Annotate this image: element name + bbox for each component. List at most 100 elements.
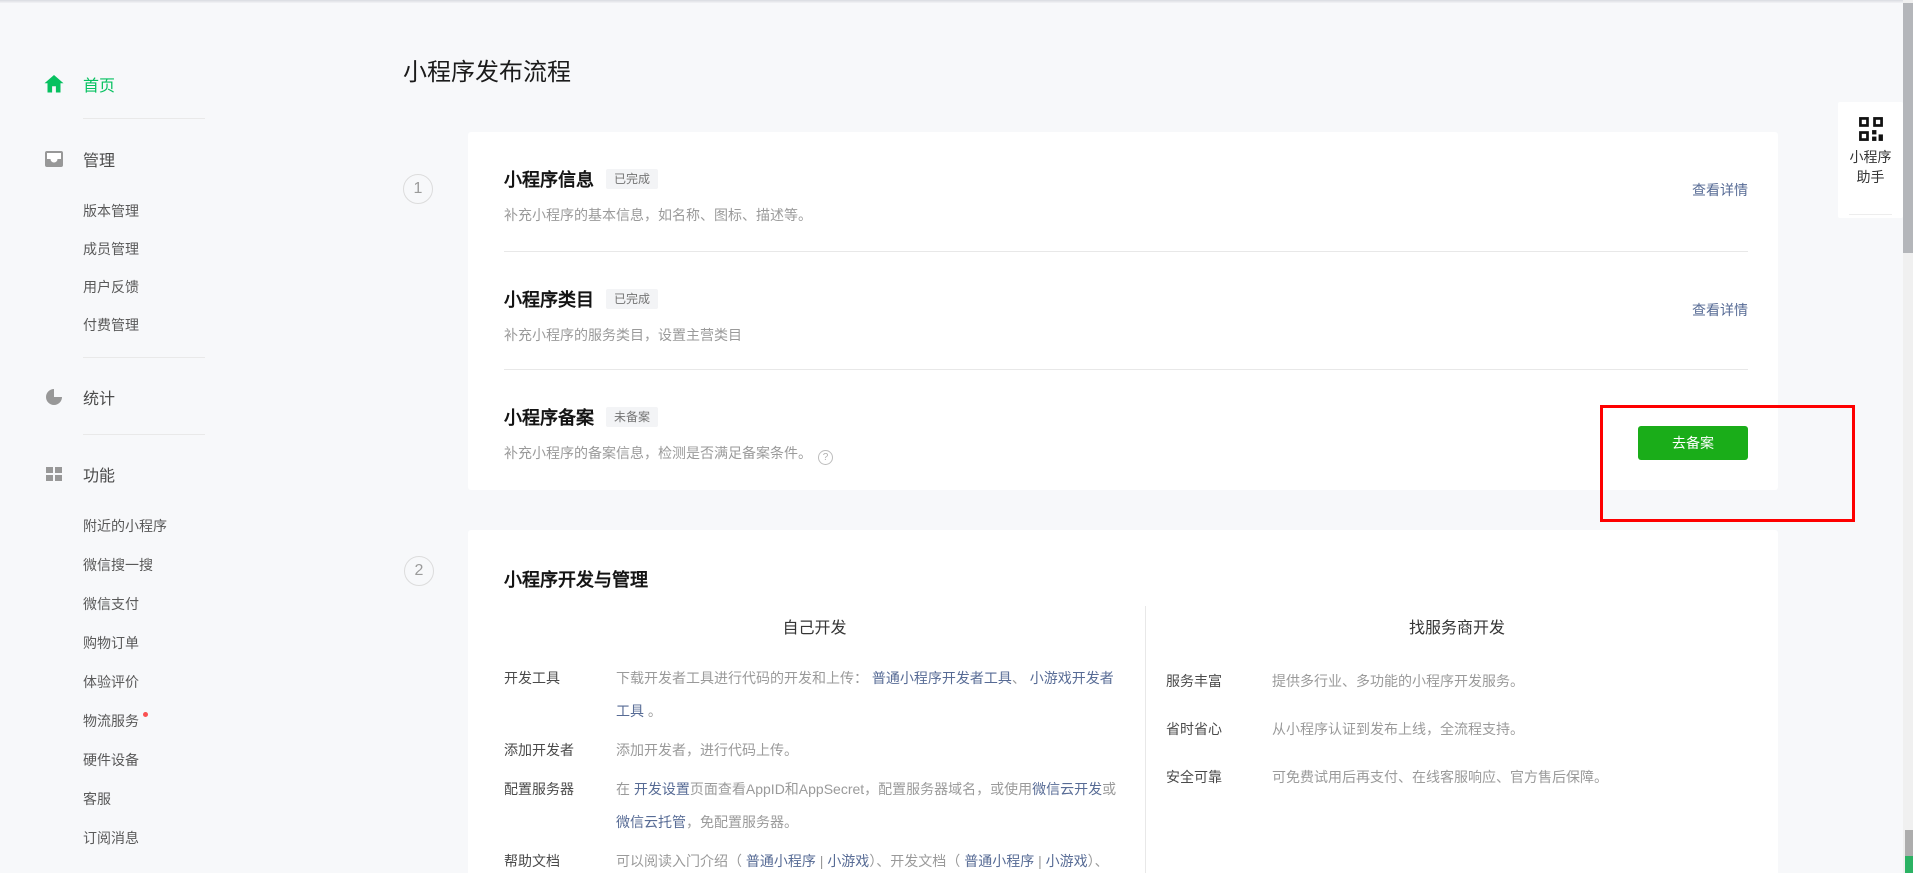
sidebar-item-manage[interactable]: 管理 bbox=[0, 147, 300, 171]
sidebar-item-version-manage[interactable]: 版本管理 bbox=[83, 204, 300, 219]
inline-link[interactable]: 微信云开发 bbox=[1032, 781, 1102, 797]
inline-link[interactable]: 微信云托管 bbox=[616, 814, 686, 830]
sidebar-divider bbox=[83, 118, 205, 119]
sidebar-item-hardware-device[interactable]: 硬件设备 bbox=[83, 753, 300, 768]
step-number-1: 1 bbox=[403, 174, 433, 204]
inline-text: 添加开发者，进行代码上传。 bbox=[616, 742, 798, 758]
sidebar-item-member-manage[interactable]: 成员管理 bbox=[83, 242, 300, 257]
provider-development-column: 找服务商开发 服务丰富 提供多行业、多功能的小程序开发服务。 省时省心 从小程序… bbox=[1145, 606, 1778, 873]
dev-row-tools: 开发工具 下载开发者工具进行代码的开发和上传： 普通小程序开发者工具、 小游戏开… bbox=[504, 662, 1125, 728]
status-badge: 已完成 bbox=[606, 169, 658, 189]
sidebar-item-label: 功能 bbox=[83, 462, 115, 486]
inline-text: ）、开发文档（ bbox=[869, 853, 964, 869]
floating-widget-fragment-green[interactable] bbox=[1905, 856, 1913, 873]
home-icon bbox=[42, 72, 66, 96]
sidebar-item-experience-review[interactable]: 体验评价 bbox=[83, 675, 300, 690]
provider-row-save-time: 省时省心 从小程序认证到发布上线，全流程支持。 bbox=[1166, 714, 1748, 744]
section-title: 小程序开发与管理 bbox=[504, 566, 648, 592]
scrollbar-thumb[interactable] bbox=[1903, 3, 1913, 253]
step-number-2: 2 bbox=[404, 556, 434, 586]
section-description: 补充小程序的备案信息，检测是否满足备案条件。? bbox=[504, 443, 1748, 465]
inline-text: 可以阅读入门介绍（ bbox=[616, 853, 746, 869]
inline-text: ）、 bbox=[1088, 853, 1109, 869]
sidebar-item-features[interactable]: 功能 bbox=[0, 462, 300, 486]
qr-code-icon bbox=[1858, 116, 1884, 142]
column-header: 自己开发 bbox=[504, 614, 1125, 638]
section-title: 小程序类目 bbox=[504, 286, 594, 312]
inline-text: 。 bbox=[644, 703, 662, 719]
inline-text: 、 bbox=[1012, 670, 1030, 686]
pie-chart-icon bbox=[42, 385, 66, 409]
sidebar-item-nearby-miniprogram[interactable]: 附近的小程序 bbox=[83, 519, 300, 534]
dev-row-help-docs: 帮助文档 可以阅读入门介绍（ 普通小程序 | 小游戏）、开发文档（ 普通小程序 … bbox=[504, 845, 1125, 873]
row-text: 在 开发设置页面查看AppID和AppSecret，配置服务器域名，或使用微信云… bbox=[616, 773, 1125, 839]
view-details-link[interactable]: 查看详情 bbox=[1692, 300, 1748, 320]
sidebar-divider bbox=[83, 357, 205, 358]
sidebar-divider bbox=[83, 434, 205, 435]
sidebar-manage-submenu: 版本管理 成员管理 用户反馈 付费管理 bbox=[0, 204, 300, 333]
section-title: 小程序信息 bbox=[504, 166, 594, 192]
row-label: 开发工具 bbox=[504, 662, 600, 728]
sidebar-item-wechat-pay[interactable]: 微信支付 bbox=[83, 597, 300, 612]
row-text: 添加开发者，进行代码上传。 bbox=[616, 734, 1125, 767]
sidebar-item-logistics-service[interactable]: 物流服务 bbox=[83, 714, 300, 729]
sidebar-item-wechat-search[interactable]: 微信搜一搜 bbox=[83, 558, 300, 573]
inline-link[interactable]: 小游戏 bbox=[827, 853, 869, 869]
inline-text: 在 bbox=[616, 781, 634, 797]
inline-link[interactable]: 开发设置 bbox=[634, 781, 690, 797]
sidebar-item-home[interactable]: 首页 bbox=[0, 72, 300, 96]
sidebar-item-label: 物流服务 bbox=[83, 713, 139, 729]
assistant-divider bbox=[1849, 214, 1892, 215]
provider-row-safe-reliable: 安全可靠 可免费试用后再支付、在线客服响应、官方售后保障。 bbox=[1166, 762, 1748, 792]
sidebar: 首页 管理 版本管理 成员管理 用户反馈 付费管理 统计 功能 附近的小程序 微… bbox=[0, 0, 300, 873]
row-label: 服务丰富 bbox=[1166, 666, 1256, 696]
status-badge: 已完成 bbox=[606, 289, 658, 309]
inline-text: ，免配置服务器。 bbox=[686, 814, 798, 830]
self-development-column: 自己开发 开发工具 下载开发者工具进行代码的开发和上传： 普通小程序开发者工具、… bbox=[468, 606, 1145, 873]
inline-link[interactable]: 普通小程序开发者工具 bbox=[872, 670, 1012, 686]
sidebar-item-user-feedback[interactable]: 用户反馈 bbox=[83, 280, 300, 295]
development-card: 小程序开发与管理 自己开发 开发工具 下载开发者工具进行代码的开发和上传： 普通… bbox=[468, 530, 1778, 873]
inline-text: 或 bbox=[1102, 781, 1116, 797]
row-label: 添加开发者 bbox=[504, 734, 600, 767]
miniprogram-assistant-panel[interactable]: 小程序 助手 bbox=[1838, 102, 1903, 218]
floating-widget-fragment-gray bbox=[1905, 830, 1913, 856]
inline-link[interactable]: 普通小程序 bbox=[746, 853, 816, 869]
row-text: 可免费试用后再支付、在线客服响应、官方售后保障。 bbox=[1272, 762, 1748, 792]
sidebar-features-submenu: 附近的小程序 微信搜一搜 微信支付 购物订单 体验评价 物流服务 硬件设备 客服… bbox=[0, 519, 300, 846]
dev-row-add-developer: 添加开发者 添加开发者，进行代码上传。 bbox=[504, 734, 1125, 767]
inline-link[interactable]: 小游戏 bbox=[1046, 853, 1088, 869]
sidebar-item-customer-service[interactable]: 客服 bbox=[83, 792, 300, 807]
development-columns: 自己开发 开发工具 下载开发者工具进行代码的开发和上传： 普通小程序开发者工具、… bbox=[468, 606, 1778, 873]
row-text: 提供多行业、多功能的小程序开发服务。 bbox=[1272, 666, 1748, 696]
sidebar-item-paid-manage[interactable]: 付费管理 bbox=[83, 318, 300, 333]
sidebar-item-statistics[interactable]: 统计 bbox=[0, 385, 300, 409]
section-miniprogram-icp-filing: 小程序备案 未备案 补充小程序的备案信息，检测是否满足备案条件。? 去备案 bbox=[468, 370, 1778, 490]
provider-row-rich-service: 服务丰富 提供多行业、多功能的小程序开发服务。 bbox=[1166, 666, 1748, 696]
section-description: 补充小程序的基本信息，如名称、图标、描述等。 bbox=[504, 205, 1748, 225]
row-label: 帮助文档 bbox=[504, 845, 600, 873]
column-header: 找服务商开发 bbox=[1166, 614, 1748, 638]
row-label: 配置服务器 bbox=[504, 773, 600, 839]
view-details-link[interactable]: 查看详情 bbox=[1692, 180, 1748, 200]
page-title: 小程序发布流程 bbox=[403, 52, 571, 87]
go-filing-button[interactable]: 去备案 bbox=[1638, 426, 1748, 460]
row-text: 可以阅读入门介绍（ 普通小程序 | 小游戏）、开发文档（ 普通小程序 | 小游戏… bbox=[616, 845, 1125, 873]
assistant-label-line2: 助手 bbox=[1838, 167, 1903, 187]
sidebar-item-label: 首页 bbox=[83, 72, 115, 96]
section-miniprogram-category: 小程序类目 已完成 补充小程序的服务类目，设置主营类目 查看详情 bbox=[468, 252, 1778, 370]
dev-row-server-config: 配置服务器 在 开发设置页面查看AppID和AppSecret，配置服务器域名，… bbox=[504, 773, 1125, 839]
assistant-label-line1: 小程序 bbox=[1838, 147, 1903, 167]
sidebar-item-shopping-orders[interactable]: 购物订单 bbox=[83, 636, 300, 651]
grid-icon bbox=[42, 462, 66, 486]
row-text: 从小程序认证到发布上线，全流程支持。 bbox=[1272, 714, 1748, 744]
help-icon[interactable]: ? bbox=[818, 450, 833, 465]
sidebar-item-label: 管理 bbox=[83, 147, 115, 171]
section-description: 补充小程序的服务类目，设置主营类目 bbox=[504, 325, 1748, 345]
row-label: 省时省心 bbox=[1166, 714, 1256, 744]
inline-link[interactable]: 普通小程序 bbox=[964, 853, 1034, 869]
section-description-text: 补充小程序的备案信息，检测是否满足备案条件。 bbox=[504, 445, 812, 461]
sidebar-item-subscribe-message[interactable]: 订阅消息 bbox=[83, 831, 300, 846]
row-text: 下载开发者工具进行代码的开发和上传： 普通小程序开发者工具、 小游戏开发者工具 … bbox=[616, 662, 1125, 728]
inline-text: 页面查看AppID和AppSecret，配置服务器域名，或使用 bbox=[690, 781, 1032, 797]
